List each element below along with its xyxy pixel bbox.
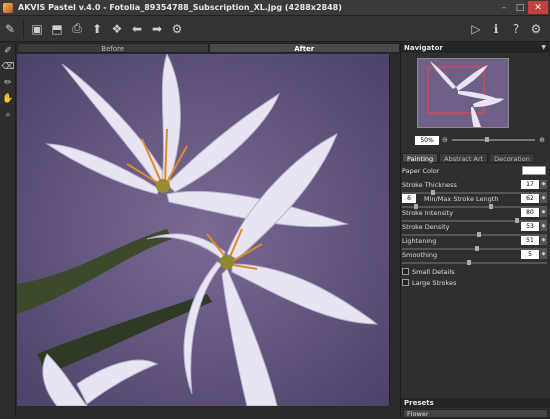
stroke-density-value[interactable]: 53 — [521, 222, 539, 231]
smoothing-value[interactable]: 5 — [521, 250, 539, 259]
lightening-label: Lightening — [402, 237, 437, 245]
hand-tool-icon[interactable]: ✋ — [0, 91, 16, 107]
zoom-slider[interactable] — [451, 137, 536, 142]
path-tool-icon[interactable]: ✐ — [0, 43, 16, 59]
tab-abstract-art[interactable]: Abstract Art — [439, 153, 489, 163]
zoom-value[interactable]: 50% — [415, 135, 439, 145]
presets-header: Presets — [401, 398, 550, 408]
window-title: AKVIS Pastel v.4.0 - Fotolia_89354788_Su… — [18, 3, 342, 12]
undo-icon[interactable]: ⬅ — [127, 19, 147, 39]
max-stroke-value[interactable]: 62 — [521, 194, 539, 203]
lightening-value[interactable]: 51 — [521, 236, 539, 245]
small-details-checkbox[interactable] — [402, 268, 409, 275]
close-button[interactable]: ✕ — [528, 1, 548, 14]
info-icon[interactable]: ℹ — [486, 19, 506, 39]
run-icon[interactable]: ▷ — [466, 19, 486, 39]
vertical-scrollbar[interactable] — [389, 54, 400, 406]
toolbar: ✎ ▣ ⬒ ⎙ ⬆ ❖ ⬅ ➡ ⚙ ▷ ℹ ? ⚙ — [0, 16, 550, 42]
zoom-tool-icon[interactable]: ⌕ — [0, 107, 16, 123]
batch-icon[interactable]: ❖ — [107, 19, 127, 39]
settings-gear-icon[interactable]: ⚙ — [167, 19, 187, 39]
save-icon[interactable]: ⬒ — [47, 19, 67, 39]
preset-select[interactable]: Flower — [403, 409, 548, 418]
title-bar: AKVIS Pastel v.4.0 - Fotolia_89354788_Su… — [0, 0, 550, 16]
stroke-thickness-value[interactable]: 17 — [521, 180, 539, 189]
navigator-header: Navigator ▼ — [401, 43, 550, 53]
stroke-thickness-spinner[interactable]: ◆ — [540, 180, 547, 189]
brush-icon[interactable]: ✎ — [0, 19, 20, 39]
max-stroke-spinner[interactable]: ◆ — [540, 194, 547, 203]
left-toolbar: ✐ ⌫ ✏ ✋ ⌕ — [0, 43, 16, 416]
share-icon[interactable]: ⬆ — [87, 19, 107, 39]
large-strokes-checkbox[interactable] — [402, 279, 409, 286]
paper-color-label: Paper Color — [402, 167, 440, 175]
stroke-thickness-label: Stroke Thickness — [402, 181, 457, 189]
brush-tool-icon[interactable]: ✏ — [0, 75, 16, 91]
paper-color-swatch[interactable] — [522, 166, 546, 175]
preferences-gear-icon[interactable]: ⚙ — [526, 19, 546, 39]
zoom-out-icon[interactable]: ⊖ — [442, 136, 448, 144]
maximize-button[interactable]: □ — [512, 1, 528, 14]
app-icon — [3, 2, 13, 13]
stroke-density-label: Stroke Density — [402, 223, 450, 231]
redo-icon[interactable]: ➡ — [147, 19, 167, 39]
stroke-density-spinner[interactable]: ◆ — [540, 222, 547, 231]
help-icon[interactable]: ? — [506, 19, 526, 39]
zoom-control: 50% ⊖ ⊕ — [415, 135, 545, 145]
minimize-button[interactable]: – — [496, 1, 512, 14]
stroke-intensity-value[interactable]: 80 — [521, 208, 539, 217]
eraser-tool-icon[interactable]: ⌫ — [0, 59, 16, 75]
smoothing-label: Smoothing — [402, 251, 438, 259]
smoothing-spinner[interactable]: ◆ — [540, 250, 547, 259]
tab-painting[interactable]: Painting — [402, 153, 439, 163]
navigator-thumbnail[interactable] — [417, 58, 509, 128]
stroke-intensity-label: Stroke Intensity — [402, 209, 454, 217]
settings-panel: Navigator ▼ 50% ⊖ ⊕ Painting Abstract Art… — [400, 43, 550, 418]
horizontal-scrollbar[interactable] — [17, 406, 389, 416]
print-icon[interactable]: ⎙ — [67, 19, 87, 39]
min-stroke-value[interactable]: 6 — [402, 194, 416, 203]
lightening-spinner[interactable]: ◆ — [540, 236, 547, 245]
stroke-intensity-spinner[interactable]: ◆ — [540, 208, 547, 217]
image-canvas[interactable] — [17, 54, 389, 406]
tab-decoration[interactable]: Decoration — [489, 153, 535, 163]
chevron-down-icon: ▼ — [541, 44, 546, 51]
small-details-label: Small Details — [412, 268, 455, 276]
zoom-in-icon[interactable]: ⊕ — [539, 136, 545, 144]
smoothing-slider[interactable] — [402, 260, 547, 265]
tab-before[interactable]: Before — [17, 43, 209, 53]
tab-after[interactable]: After — [208, 43, 400, 53]
open-icon[interactable]: ▣ — [27, 19, 47, 39]
painting-parameters: Paper Color Stroke Thickness 17 ◆ 6 Min/… — [402, 165, 549, 288]
min-max-stroke-label: Min/Max Stroke Length — [424, 195, 499, 203]
large-strokes-label: Large Strokes — [412, 279, 457, 287]
